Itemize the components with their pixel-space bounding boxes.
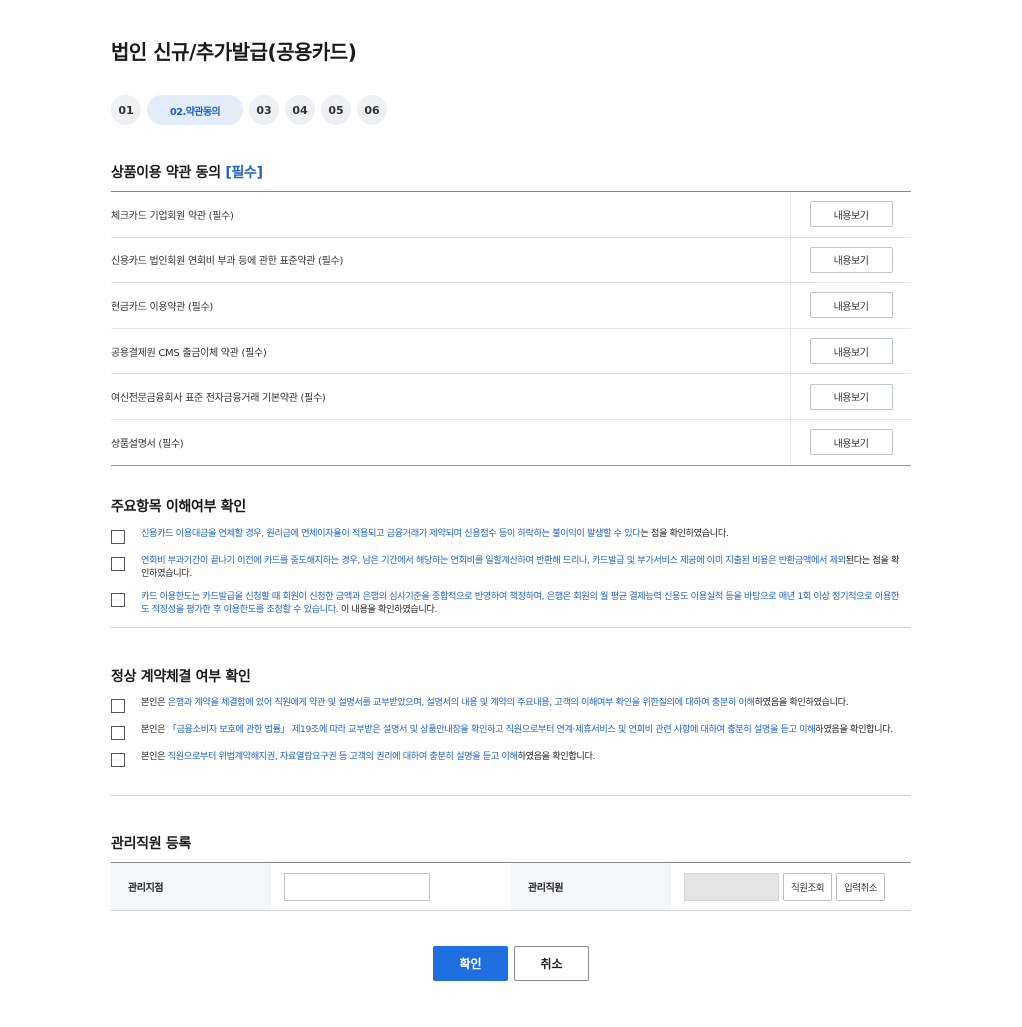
step-6: 06 [357,95,387,125]
term-label: 공용결제원 CMS 출금이체 약관 (필수) [111,347,267,359]
terms-title-text: 상품이용 약관 동의 [111,165,221,181]
understanding-checklist: 신용카드 이용대금을 연체할 경우, 원리금에 연체이자율이 적용되고 금융거래… [111,527,911,624]
checklist-text: 연회비 부과기간이 끝나기 이전에 카드를 중도해지하는 경우, 남은 기간에서… [141,555,900,579]
contract-section-title: 정상 계약체결 여부 확인 [111,669,251,685]
view-terms-button[interactable]: 내용보기 [809,246,893,273]
term-label: 상품설명서 (필수) [111,438,184,450]
term-label: 체크카드 기업회원 약관 (필수) [111,210,234,222]
checklist-text: 카드 이용한도는 카드발급을 신청할 때 회원이 신청한 금액과 은행의 심사기… [141,591,899,615]
checklist-text: 본인은 은행과 계약을 체결함에 있어 직원에게 약관 및 설명서를 교부받았으… [141,697,849,708]
term-row: 신용카드 법인회원 연회비 부과 등에 관한 표준약관 (필수) 내용보기 [111,237,911,284]
term-label: 현금카드 이용약관 (필수) [111,301,213,313]
checkbox[interactable] [111,593,125,607]
cancel-button[interactable]: 취소 [514,946,589,981]
terms-section-title: 상품이용 약관 동의 [필수] [111,162,263,182]
checklist-item: 카드 이용한도는 카드발급을 신청할 때 회원이 신청한 금액과 은행의 심사기… [111,590,911,616]
step-3: 03 [249,95,279,125]
term-label: 여신전문금융회사 표준 전자금융거래 기본약관 (필수) [111,393,326,405]
checklist-item: 본인은 은행과 계약을 체결함에 있어 직원에게 약관 및 설명서를 교부받았으… [111,696,911,713]
checklist-text: 본인은 직원으로부터 위법계약해지권, 자료열람요구권 등 고객의 권리에 대하… [141,751,596,762]
checkbox[interactable] [111,753,125,767]
term-row: 현금카드 이용약관 (필수) 내용보기 [111,283,911,329]
step-2-current: 02.약관동의 [147,95,243,125]
branch-cell [271,863,511,910]
checkbox[interactable] [111,699,125,713]
employee-label: 관리직원 [511,863,671,910]
checklist-item: 본인은 직원으로부터 위법계약해지권, 자료열람요구권 등 고객의 권리에 대하… [111,750,911,767]
divider [111,627,911,628]
checklist-item: 신용카드 이용대금을 연체할 경우, 원리금에 연체이자율이 적용되고 금융거래… [111,527,911,544]
employee-lookup-button[interactable]: 직원조회 [783,872,832,901]
terms-table: 체크카드 기업회원 약관 (필수) 내용보기 신용카드 법인회원 연회비 부과 … [111,191,911,466]
confirm-button[interactable]: 확인 [433,946,508,981]
step-1: 01 [111,95,141,125]
branch-input[interactable] [284,872,430,901]
step-indicator: 01 02.약관동의 03 04 05 06 [111,95,387,125]
term-row: 상품설명서 (필수) 내용보기 [111,419,911,466]
staff-table: 관리지점 관리직원 직원조회 입력취소 [111,862,911,911]
term-row: 체크카드 기업회원 약관 (필수) 내용보기 [111,192,911,238]
term-row: 공용결제원 CMS 출금이체 약관 (필수) 내용보기 [111,328,911,375]
checkbox[interactable] [111,530,125,544]
employee-field [684,872,779,901]
understanding-section-title: 주요항목 이해여부 확인 [111,499,246,515]
checklist-item: 연회비 부과기간이 끝나기 이전에 카드를 중도해지하는 경우, 남은 기간에서… [111,554,911,580]
divider [111,795,911,796]
checkbox[interactable] [111,557,125,571]
step-5: 05 [321,95,351,125]
view-terms-button[interactable]: 내용보기 [809,383,893,410]
view-terms-button[interactable]: 내용보기 [809,292,893,319]
checklist-item: 본인은 「금융소비자 보호에 관한 법률」 제19조에 따라 교부받은 설명서 … [111,723,911,740]
contract-checklist: 본인은 은행과 계약을 체결함에 있어 직원에게 약관 및 설명서를 교부받았으… [111,696,911,775]
view-terms-button[interactable]: 내용보기 [809,201,893,228]
branch-label: 관리지점 [111,863,271,910]
action-buttons: 확인 취소 [433,946,589,981]
required-tag: [필수] [225,165,263,181]
employee-cell: 직원조회 입력취소 [671,863,911,910]
checklist-text: 본인은 「금융소비자 보호에 관한 법률」 제19조에 따라 교부받은 설명서 … [141,724,893,735]
view-terms-button[interactable]: 내용보기 [809,429,893,456]
input-reset-button[interactable]: 입력취소 [835,872,885,901]
step-4: 04 [285,95,315,125]
checklist-text: 신용카드 이용대금을 연체할 경우, 원리금에 연체이자율이 적용되고 금융거래… [141,528,729,539]
staff-section-title: 관리직원 등록 [111,836,192,852]
page-title: 법인 신규/추가발급(공용카드) [111,40,357,64]
term-label: 신용카드 법인회원 연회비 부과 등에 관한 표준약관 (필수) [111,256,344,268]
checkbox[interactable] [111,726,125,740]
view-terms-button[interactable]: 내용보기 [809,338,893,365]
term-row: 여신전문금융회사 표준 전자금융거래 기본약관 (필수) 내용보기 [111,374,911,420]
